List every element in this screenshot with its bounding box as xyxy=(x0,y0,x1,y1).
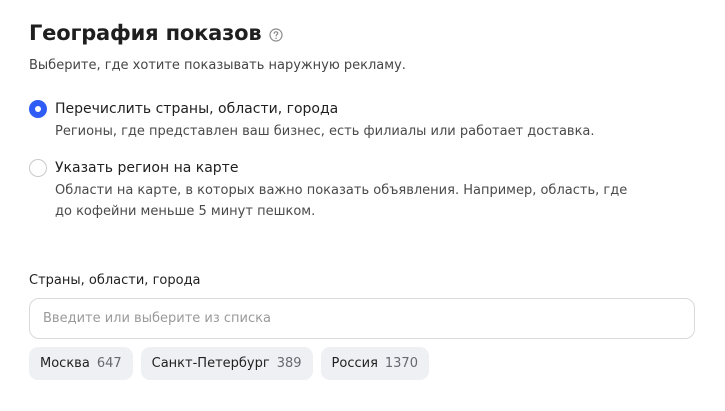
radio-map-region[interactable] xyxy=(29,159,47,177)
page-subtitle: Выберите, где хотите показывать наружную… xyxy=(29,58,406,73)
option-list-regions[interactable]: Перечислить страны, области, города Реги… xyxy=(29,99,699,142)
suggestion-chip-name: Москва xyxy=(40,356,90,371)
radio-list-regions[interactable] xyxy=(29,100,47,118)
option-map-region[interactable]: Указать регион на карте Области на карте… xyxy=(29,158,699,222)
suggestion-chip-russia[interactable]: Россия 1370 xyxy=(320,347,429,380)
region-suggestions: Москва 647 Санкт-Петербург 389 Россия 13… xyxy=(29,347,429,380)
suggestion-chip-saint-petersburg[interactable]: Санкт-Петербург 389 xyxy=(140,347,313,380)
option-map-region-label: Указать регион на карте xyxy=(55,160,239,176)
option-list-regions-description: Регионы, где представлен ваш бизнес, ест… xyxy=(55,124,595,139)
option-list-regions-text: Перечислить страны, области, города Реги… xyxy=(55,99,595,142)
suggestion-chip-moscow[interactable]: Москва 647 xyxy=(29,347,133,380)
suggestion-chip-name: Санкт-Петербург xyxy=(151,356,270,371)
title-row: География показов xyxy=(29,18,699,48)
option-map-region-text: Указать регион на карте Области на карте… xyxy=(55,158,640,222)
question-circle-icon[interactable] xyxy=(269,27,284,42)
page-title: География показов xyxy=(29,21,262,45)
suggestion-chip-count: 647 xyxy=(96,356,122,371)
suggestion-chip-count: 1370 xyxy=(384,356,418,371)
option-map-region-description: Области на карте, в которых важно показа… xyxy=(55,183,628,219)
suggestion-chip-name: Россия xyxy=(331,356,378,371)
suggestion-chip-count: 389 xyxy=(276,356,302,371)
geography-mode-radio-group: Перечислить страны, области, города Реги… xyxy=(29,99,699,222)
regions-search-input[interactable] xyxy=(29,298,695,339)
regions-field-label: Страны, области, города xyxy=(29,273,201,288)
option-list-regions-label: Перечислить страны, области, города xyxy=(55,101,339,117)
geography-section: География показов Выберите, где хотите п… xyxy=(29,18,699,222)
